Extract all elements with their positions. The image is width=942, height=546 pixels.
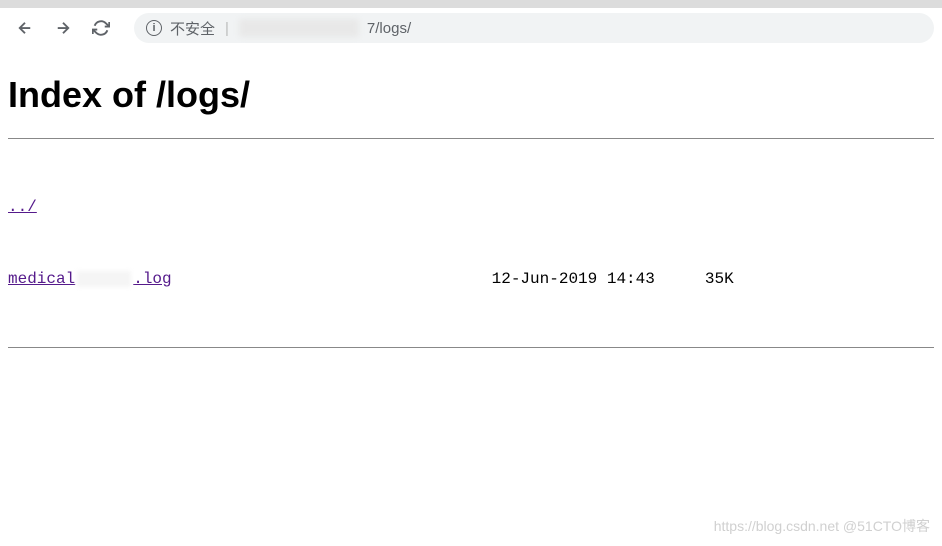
page-title: Index of /logs/ <box>8 74 934 116</box>
blurred-filename-part <box>77 271 131 287</box>
file-date: 12-Jun-2019 14:43 <box>492 267 655 291</box>
security-label: 不安全 <box>170 18 215 39</box>
arrow-right-icon <box>54 19 72 37</box>
watermark: https://blog.csdn.net @51CTO博客 <box>714 516 930 536</box>
hr-top <box>8 138 934 139</box>
parent-dir-link[interactable]: ../ <box>8 198 37 216</box>
url-path: 7/logs/ <box>367 20 411 37</box>
info-icon: i <box>146 20 162 36</box>
divider: | <box>225 20 229 37</box>
hr-bottom <box>8 347 934 348</box>
back-button[interactable] <box>8 11 42 45</box>
page-content: Index of /logs/ ../ medical .log 12-Jun-20… <box>0 48 942 364</box>
parent-dir-row: ../ <box>8 195 934 219</box>
reload-icon <box>92 19 110 37</box>
address-bar[interactable]: i 不安全 | 7/logs/ <box>134 13 934 43</box>
file-size: 35K <box>705 267 734 291</box>
file-link[interactable]: medical .log <box>8 267 172 291</box>
directory-listing: ../ medical .log 12-Jun-2019 14:43 35K <box>8 147 934 339</box>
browser-toolbar: i 不安全 | 7/logs/ <box>0 8 942 48</box>
blurred-host <box>239 19 359 37</box>
file-name-prefix: medical <box>8 270 75 288</box>
reload-button[interactable] <box>84 11 118 45</box>
forward-button[interactable] <box>46 11 80 45</box>
arrow-left-icon <box>16 19 34 37</box>
file-name-suffix: .log <box>133 270 171 288</box>
tab-bar <box>0 0 942 8</box>
file-row: medical .log 12-Jun-2019 14:43 35K <box>8 267 934 291</box>
